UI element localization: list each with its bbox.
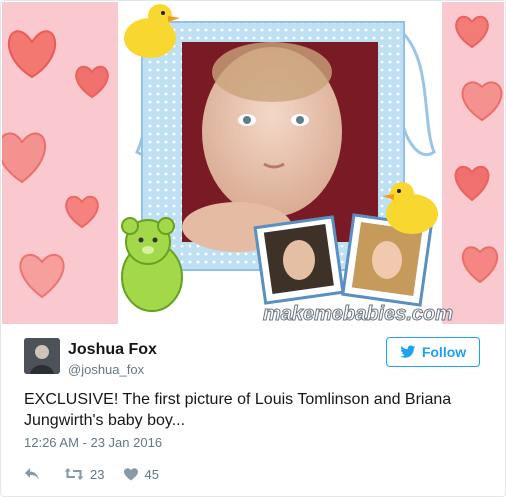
tweet-card: makemebabies.com Joshua Fox @joshua_fox … — [0, 0, 506, 497]
heart-icon — [124, 467, 139, 480]
tweet-media[interactable]: makemebabies.com — [2, 2, 504, 324]
twitter-bird-icon — [400, 345, 416, 358]
tweet-text: EXCLUSIVE! The first picture of Louis To… — [24, 391, 452, 429]
author-name[interactable]: Joshua Fox — [68, 341, 157, 359]
retweet-icon — [64, 468, 84, 480]
avatar[interactable] — [24, 338, 60, 374]
tweet-actions: 23 45 — [24, 465, 159, 483]
watermark-text: makemebabies.com — [263, 303, 453, 324]
follow-button[interactable]: Follow — [386, 337, 480, 367]
like-count: 45 — [144, 466, 159, 482]
reply-icon — [25, 468, 39, 480]
baby-collage-image: makemebabies.com — [2, 2, 504, 324]
like-button[interactable]: 45 — [124, 466, 159, 482]
retweet-button[interactable]: 23 — [64, 467, 104, 482]
author-handle[interactable]: @joshua_fox — [68, 362, 144, 377]
retweet-count: 23 — [90, 466, 105, 482]
reply-button[interactable] — [24, 467, 42, 481]
tweet-timestamp[interactable]: 12:26 AM - 23 Jan 2016 — [24, 435, 162, 450]
follow-label: Follow — [421, 344, 467, 360]
